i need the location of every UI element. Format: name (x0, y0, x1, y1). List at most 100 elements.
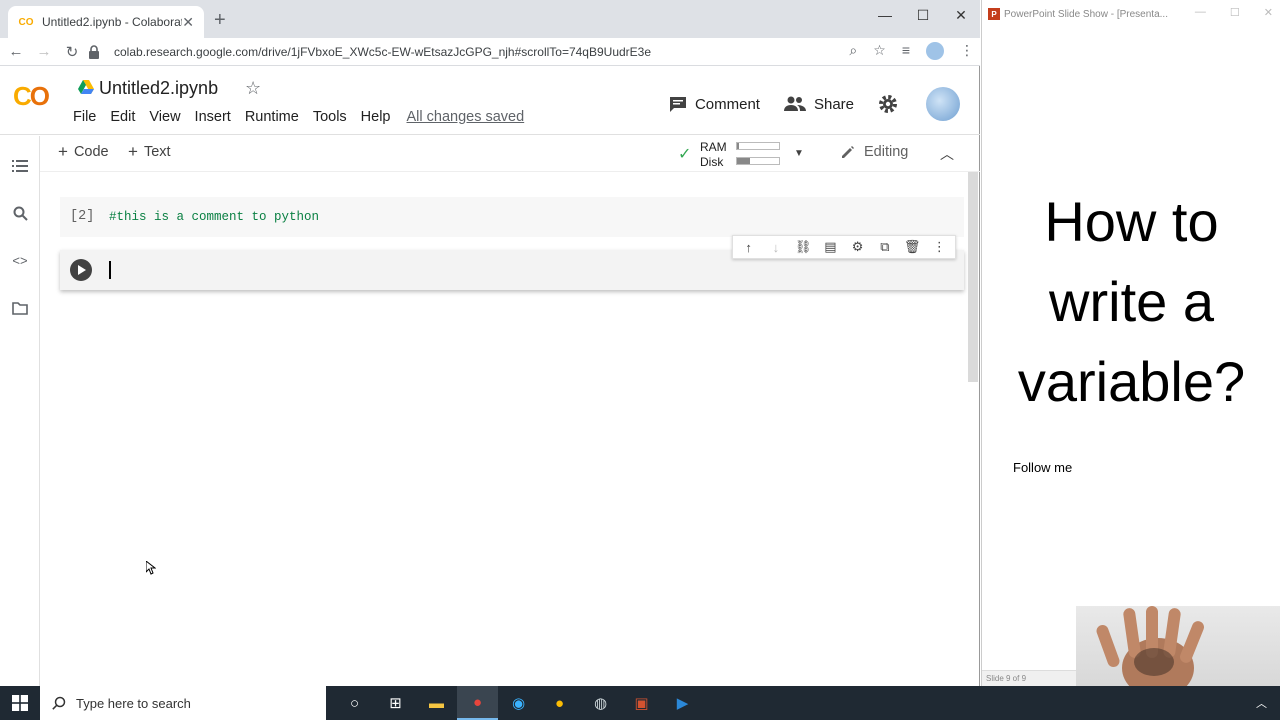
comment-button[interactable]: Comment (669, 95, 760, 113)
move-down-icon[interactable]: ↓ (766, 237, 786, 257)
system-tray-chevron-icon[interactable]: ︿ (1256, 686, 1280, 720)
taskbar-search-box[interactable]: Type here to search (40, 686, 326, 720)
taskbar-search-placeholder: Type here to search (76, 695, 191, 711)
play-icon (77, 265, 86, 275)
bookmark-star-icon[interactable]: ☆ (873, 42, 886, 60)
notebook-title[interactable]: Untitled2.ipynb (99, 78, 218, 99)
menu-edit[interactable]: Edit (110, 109, 135, 125)
chrome-icon[interactable]: ● (457, 686, 498, 720)
omnibox-actions: ⌕ ☆ ≡ ⋮ (849, 42, 974, 60)
url-input[interactable]: colab.research.google.com/drive/1jFVbxoE… (88, 41, 888, 63)
profile-avatar[interactable] (926, 42, 944, 60)
star-icon[interactable]: ☆ (245, 78, 261, 99)
cortana-icon[interactable]: ○ (334, 686, 375, 720)
zoom-icon[interactable]: ⌕ (849, 42, 857, 60)
maximize-icon[interactable]: ☐ (904, 0, 942, 30)
obs-icon[interactable]: ◍ (580, 686, 621, 720)
editing-mode-button[interactable]: Editing (840, 144, 908, 160)
slideshow-title: PowerPoint Slide Show - [Presenta... (1004, 8, 1168, 20)
menu-tools[interactable]: Tools (313, 109, 347, 125)
minimize-icon[interactable]: — (866, 0, 904, 30)
forward-icon[interactable]: → (32, 43, 56, 60)
cell-code[interactable]: #this is a comment to python (109, 210, 319, 224)
delete-icon[interactable]: 🗑 (902, 237, 922, 257)
move-up-icon[interactable]: ↑ (739, 237, 759, 257)
add-code-button[interactable]: + Code (58, 143, 109, 160)
close-window-icon[interactable]: ✕ (1264, 6, 1273, 19)
disk-label: Disk (700, 155, 724, 169)
execution-count: [2] (70, 209, 95, 224)
windows-start-button[interactable] (0, 686, 40, 720)
slideshow-titlebar: P PowerPoint Slide Show - [Presenta... —… (982, 0, 1280, 28)
left-rail: <> (0, 136, 40, 686)
powerpoint-icon[interactable]: ▣ (621, 686, 662, 720)
mouse-pointer-icon (145, 559, 157, 580)
run-cell-button[interactable] (70, 259, 92, 281)
maximize-icon[interactable]: ☐ (1230, 6, 1240, 19)
menu-help[interactable]: Help (361, 109, 391, 125)
colab-header: CO Untitled2.ipynb ☆ File Edit View Inse… (0, 67, 980, 135)
table-of-contents-icon[interactable] (10, 156, 30, 176)
task-view-icon[interactable]: ⊞ (375, 686, 416, 720)
add-text-label: Text (143, 144, 171, 160)
resource-monitor[interactable]: ✓ RAM Disk ▼ (678, 138, 808, 170)
gear-icon[interactable]: ⚙ (848, 237, 868, 257)
text-caret (109, 261, 111, 279)
add-text-button[interactable]: + Text (128, 143, 171, 160)
ram-label: RAM (700, 140, 727, 154)
tab-title: Untitled2.ipynb - Colaboratory (42, 15, 182, 29)
ram-bar (736, 142, 780, 150)
slideshow-window: P PowerPoint Slide Show - [Presenta... —… (981, 0, 1280, 686)
mirror-cell-icon[interactable]: ⧉ (875, 237, 895, 257)
slide-subtext: Follow me (1013, 460, 1073, 475)
share-button[interactable]: Share (783, 95, 854, 113)
close-window-icon[interactable]: ✕ (942, 0, 980, 30)
edge-icon[interactable]: ◉ (498, 686, 539, 720)
more-options-icon[interactable]: ⋮ (929, 237, 949, 257)
tab-bar: CO Untitled2.ipynb - Colaboratory ✕ + — … (0, 0, 980, 38)
windows-taskbar: Type here to search ○ ⊞ ▬ ● ◉ ● ◍ ▣ ▶ ︿ (0, 686, 1280, 720)
scrollbar[interactable] (968, 172, 978, 382)
save-status[interactable]: All changes saved (407, 109, 525, 125)
account-avatar[interactable] (926, 87, 960, 121)
browser-tab[interactable]: CO Untitled2.ipynb - Colaboratory ✕ (8, 6, 204, 38)
address-bar: ← → ↻ colab.research.google.com/drive/1j… (0, 38, 980, 66)
menu-file[interactable]: File (73, 109, 96, 125)
code-snippets-icon[interactable]: <> (10, 250, 30, 270)
link-icon[interactable]: ⛓ (793, 237, 813, 257)
search-icon[interactable] (10, 203, 30, 223)
share-label: Share (813, 95, 854, 113)
chevron-down-icon[interactable]: ▼ (794, 148, 804, 159)
close-tab-icon[interactable]: ✕ (182, 14, 194, 31)
chevron-up-icon[interactable]: ︿ (940, 144, 954, 164)
back-icon[interactable]: ← (4, 43, 28, 60)
window-controls: — ☐ ✕ (866, 0, 980, 30)
hand-icon (1096, 606, 1204, 686)
settings-button[interactable] (878, 94, 906, 114)
comment-cell-icon[interactable]: ▤ (820, 237, 840, 257)
file-explorer-icon[interactable]: ▬ (416, 686, 457, 720)
lock-icon (88, 45, 102, 59)
header-actions: Comment Share (669, 87, 960, 121)
new-tab-icon[interactable]: + (214, 10, 226, 30)
chrome-icon[interactable]: ● (539, 686, 580, 720)
reload-icon[interactable]: ↻ (60, 43, 84, 61)
add-code-label: Code (73, 144, 109, 160)
menu-insert[interactable]: Insert (195, 109, 231, 125)
colab-logo[interactable]: CO (13, 81, 50, 112)
powerpoint-icon: P (988, 8, 1000, 20)
menu-runtime[interactable]: Runtime (245, 109, 299, 125)
comment-icon (669, 97, 686, 112)
editing-label: Editing (864, 144, 909, 160)
menu-view[interactable]: View (149, 109, 180, 125)
reading-list-icon[interactable]: ≡ (902, 42, 910, 60)
files-folder-icon[interactable] (10, 298, 30, 318)
minimize-icon[interactable]: — (1195, 6, 1206, 19)
code-cell[interactable]: [2] #this is a comment to python (60, 197, 964, 237)
cell-toolbar: ↑ ↓ ⛓ ▤ ⚙ ⧉ 🗑 ⋮ (732, 235, 956, 259)
app-icon[interactable]: ▶ (662, 686, 703, 720)
slideshow-window-controls: — ☐ ✕ (1195, 6, 1273, 19)
webcam-overlay (1076, 606, 1280, 686)
browser-menu-icon[interactable]: ⋮ (960, 42, 974, 60)
comment-label: Comment (694, 95, 760, 113)
